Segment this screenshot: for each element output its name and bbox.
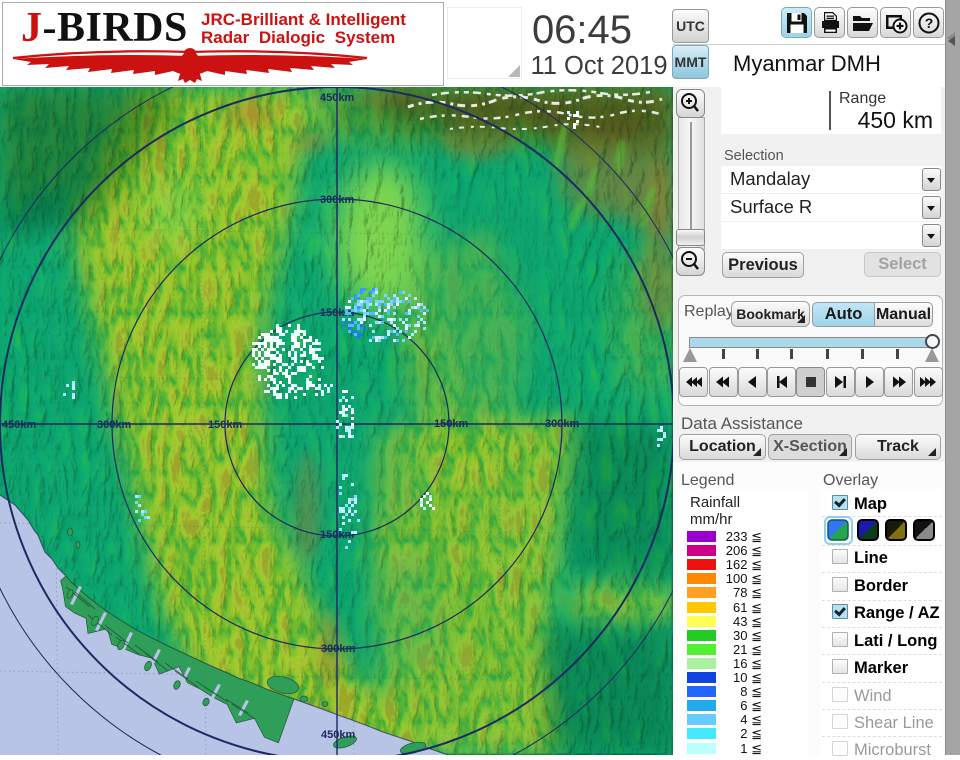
svg-text:300km: 300km — [545, 418, 579, 430]
svg-text:150km: 150km — [320, 529, 354, 541]
svg-text:300km: 300km — [97, 419, 131, 431]
svg-text:300km: 300km — [321, 643, 355, 655]
svg-text:150km: 150km — [434, 418, 468, 430]
svg-text:450km: 450km — [320, 92, 354, 104]
svg-text:450km: 450km — [321, 729, 355, 741]
svg-text:450km: 450km — [2, 419, 36, 431]
svg-text:300km: 300km — [320, 194, 354, 206]
svg-text:150km: 150km — [208, 419, 242, 431]
svg-text:?: ? — [925, 15, 934, 31]
